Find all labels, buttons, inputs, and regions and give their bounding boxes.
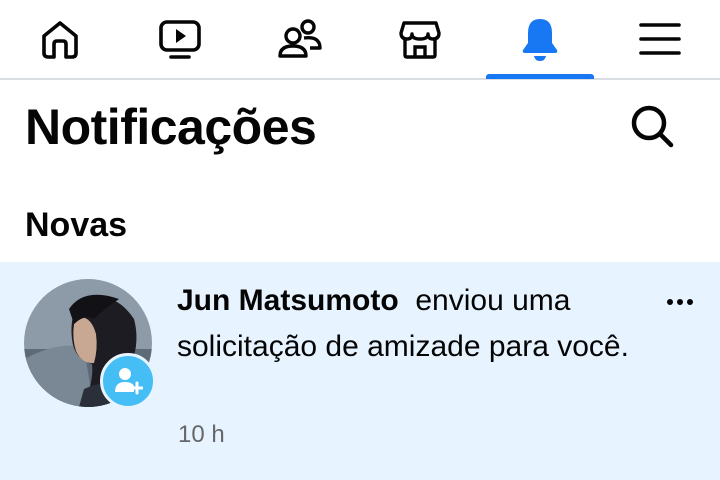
- nav-tab-home[interactable]: [6, 0, 114, 78]
- more-options-button[interactable]: [656, 284, 704, 320]
- top-navigation-bar: [0, 0, 720, 80]
- marketplace-icon: [399, 21, 441, 59]
- nav-tab-friends[interactable]: [246, 0, 354, 78]
- menu-icon: [639, 23, 681, 55]
- active-tab-indicator: [486, 74, 594, 79]
- more-options-icon: [667, 299, 693, 305]
- notification-time: 10 h: [178, 421, 225, 448]
- notifications-bell-icon: [522, 19, 558, 61]
- nav-tab-marketplace[interactable]: [366, 0, 474, 78]
- nav-tab-notifications[interactable]: [486, 0, 594, 78]
- notification-item[interactable]: Jun Matsumoto enviou uma solicitação de …: [0, 262, 720, 480]
- page-title: Notificações: [25, 99, 317, 155]
- notification-text: Jun Matsumoto enviou uma solicitação de …: [177, 278, 647, 370]
- section-title-new: Novas: [25, 206, 128, 244]
- notification-actor: Jun Matsumoto: [177, 284, 399, 317]
- friend-request-badge: [100, 353, 156, 409]
- home-icon: [42, 21, 78, 59]
- nav-tab-menu[interactable]: [606, 0, 714, 78]
- friends-icon: [278, 19, 322, 58]
- search-icon: [631, 105, 674, 148]
- video-icon: [159, 20, 201, 59]
- friend-request-icon: [115, 368, 143, 395]
- nav-tab-video[interactable]: [126, 0, 234, 78]
- search-button[interactable]: [624, 98, 680, 154]
